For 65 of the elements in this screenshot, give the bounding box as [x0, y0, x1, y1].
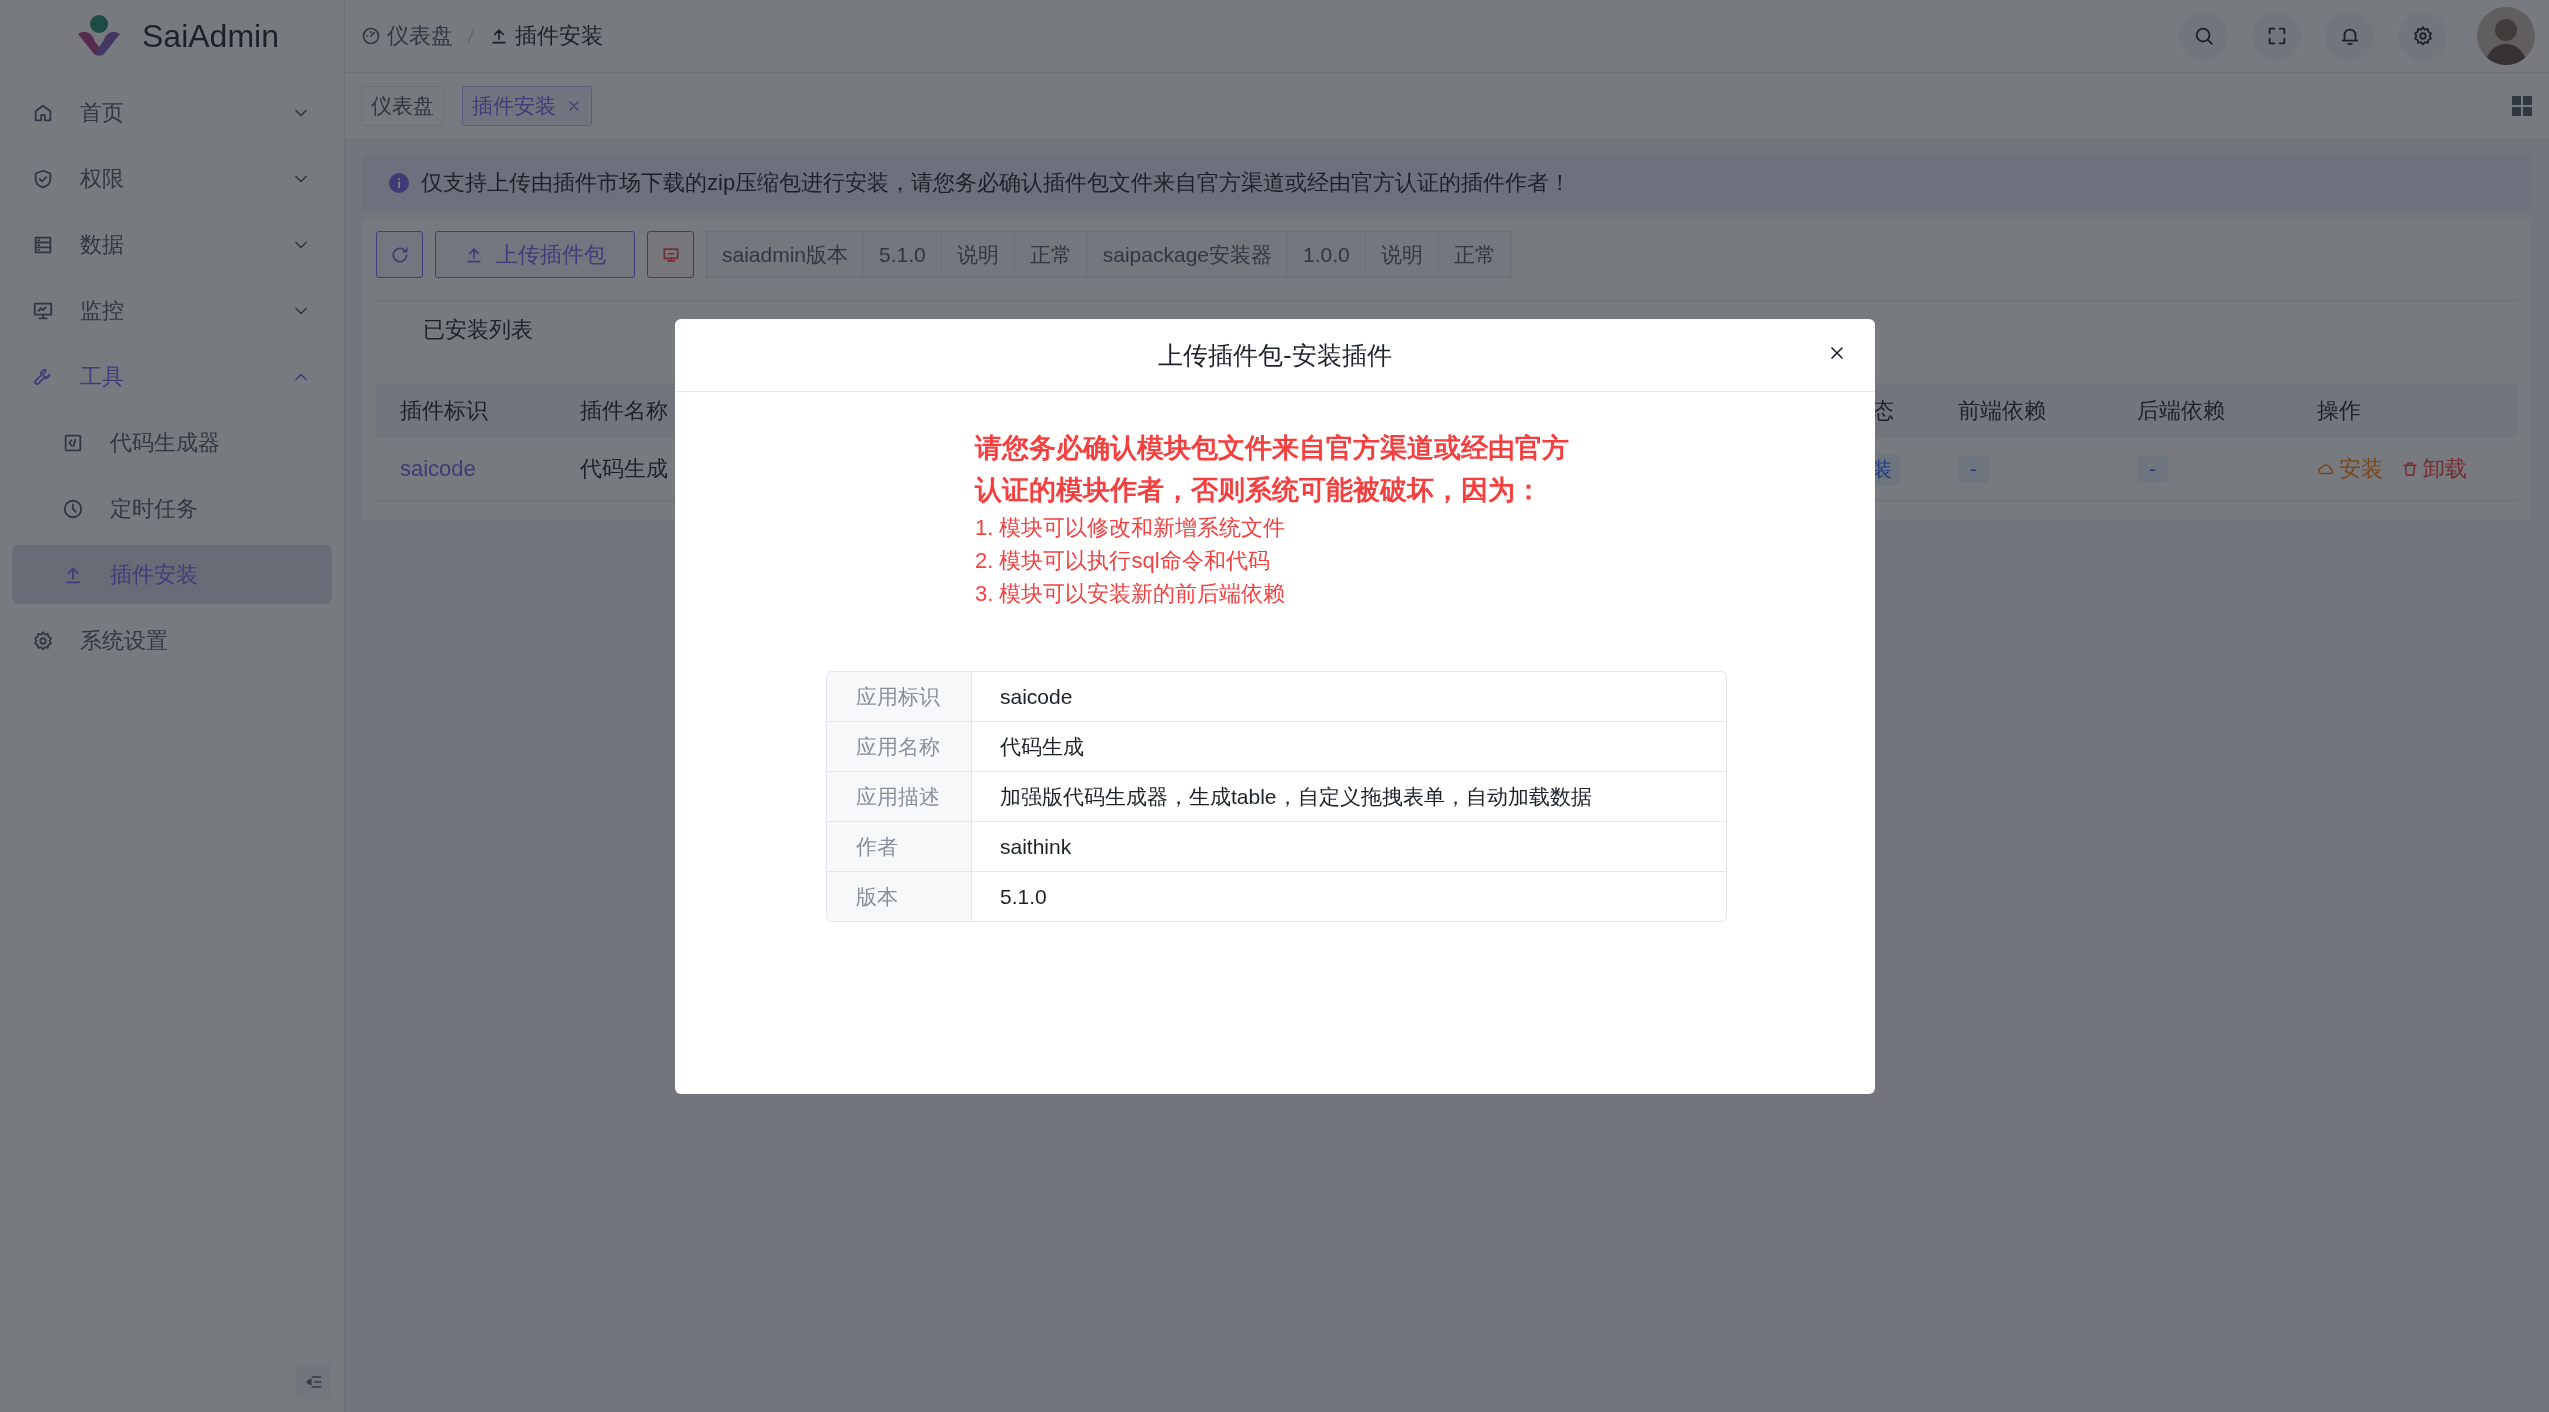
settings-button[interactable] [2398, 11, 2447, 61]
package-status: 正常 [1013, 231, 1088, 278]
sidebar-item[interactable]: 权限 [12, 149, 332, 208]
upload-icon [489, 26, 509, 46]
column-header: 插件标识 [400, 396, 488, 425]
package-name: saiadmin版本 [706, 231, 865, 278]
trash-icon [2401, 460, 2419, 478]
detail-value: 5.1.0 [999, 883, 1047, 910]
info-icon [389, 172, 409, 193]
gauge-icon [361, 26, 381, 46]
collapse-button[interactable] [296, 1364, 331, 1399]
sidebar-item[interactable]: 系统设置 [12, 611, 332, 670]
package-name: saipackage安装器 [1086, 231, 1288, 278]
status-tag: - [1958, 455, 1989, 483]
install-link[interactable]: 安装 [2317, 454, 2383, 484]
reason-text: 2. 模块可以执行sql命令和代码 [975, 547, 1271, 575]
detail-value: 加强版代码生成器，生成table，自定义拖拽表单，自动加载数据 [999, 783, 1592, 810]
fullscreen-button[interactable] [2252, 11, 2301, 61]
sidebar-item[interactable]: 首页 [12, 83, 332, 142]
detail-label: 版本 [827, 872, 972, 921]
package-version: 1.0.0 [1287, 231, 1366, 278]
doc-link[interactable]: 说明 [940, 231, 1015, 278]
column-header: 后端依赖 [2137, 396, 2225, 425]
app-name: SaiAdmin [142, 18, 279, 55]
uninstall-link[interactable]: 卸载 [2401, 454, 2467, 484]
detail-value: saithink [999, 833, 1072, 860]
detail-label: 作者 [827, 822, 972, 871]
detail-value: 代码生成 [999, 733, 1084, 760]
settings-icon [32, 629, 54, 652]
section-title: 已安装列表 [423, 316, 534, 344]
monitor-button[interactable] [647, 231, 694, 278]
clock-icon [62, 497, 84, 520]
detail-label: 应用描述 [827, 772, 972, 821]
modal-title: 上传插件包-安装插件 [1158, 339, 1392, 371]
refresh-button[interactable] [376, 231, 423, 278]
sidebar-item[interactable]: 工具 [12, 347, 332, 406]
settings-icon [2411, 25, 2434, 47]
reason-text: 1. 模块可以修改和新增系统文件 [975, 514, 1287, 542]
package-version: 5.1.0 [863, 231, 942, 278]
table-cell-text: 代码生成 [580, 455, 668, 483]
notification-button[interactable] [2325, 11, 2374, 61]
breadcrumb-link[interactable]: 插件安装 [489, 21, 603, 51]
column-header: 操作 [2317, 396, 2361, 425]
grid-icon[interactable] [2511, 95, 2533, 117]
shield-icon [32, 167, 54, 190]
alert-text: 仅支持上传由插件市场下载的zip压缩包进行安装，请您务必确认插件包文件来自官方渠道或经由官方认证的插件作者！ [421, 168, 1572, 197]
plugin-link[interactable]: saicode [400, 456, 476, 482]
detail-label: 应用标识 [827, 672, 972, 721]
detail-value: saicode [999, 683, 1073, 710]
column-header: 插件名称 [580, 396, 668, 425]
sidebar-item[interactable]: 数据 [12, 215, 332, 274]
column-header: 前端依赖 [1958, 396, 2046, 425]
warning-text: 请您务必确认模块包文件来自官方渠道或经由官方认证的模块作者，否则系统可能被破坏，因为： [975, 432, 1570, 507]
sidebar-item[interactable]: 监控 [12, 281, 332, 340]
status-tag: - [2137, 455, 2168, 483]
package-status: 正常 [1437, 231, 1512, 278]
search-button[interactable] [2179, 11, 2228, 61]
upload-button[interactable]: 上传插件包 [435, 231, 635, 278]
sidebar-item[interactable]: 定时任务 [12, 479, 332, 538]
breadcrumb-link[interactable]: 仪表盘 [361, 21, 453, 51]
sidebar-item[interactable]: 代码生成器 [12, 413, 332, 472]
reason-text: 3. 模块可以安装新的前后端依赖 [975, 580, 1287, 608]
tab[interactable]: 仪表盘 [361, 86, 444, 126]
doc-link[interactable]: 说明 [1364, 231, 1439, 278]
detail-label: 应用名称 [827, 722, 972, 771]
